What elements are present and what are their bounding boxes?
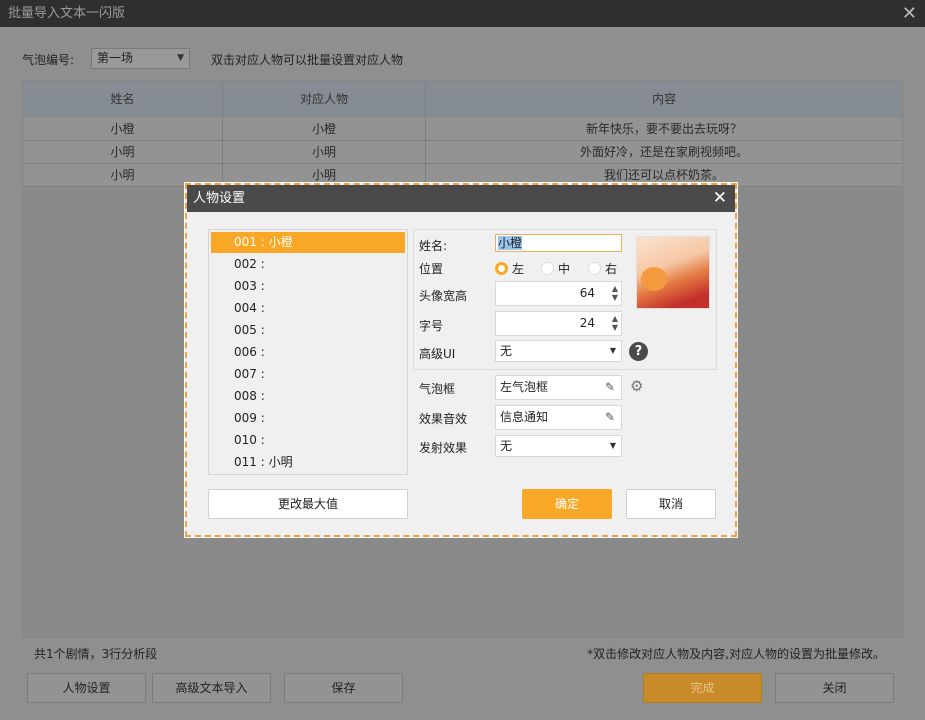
avatar-image [636, 236, 710, 309]
orange-mascot [641, 267, 667, 291]
avatar-size-label: 头像宽高 [419, 289, 468, 303]
sound-label: 效果音效 [419, 412, 468, 426]
window-close-icon[interactable]: ✕ [902, 0, 917, 27]
font-size-value: 24 [579, 316, 595, 330]
summary-text: 共1个剧情，3行分析段 [34, 647, 158, 661]
cell-character[interactable]: 小橙 [223, 118, 426, 140]
sound-value: 信息通知 [500, 410, 549, 424]
character-settings-dialog: 人物设置 ✕ 001 : 小橙 002 : 003 : 004 : 005 : … [184, 182, 738, 538]
advanced-import-button[interactable]: 高级文本导入 [152, 673, 271, 703]
table-row[interactable]: 小明 小明 外面好冷，还是在家刷视频吧。 [23, 141, 902, 164]
list-item[interactable]: 005 : [211, 320, 405, 341]
spinner-icon[interactable]: ▲ ▼ [612, 314, 618, 332]
window-title: 批量导入文本一闪版 [0, 0, 925, 27]
list-item[interactable]: 009 : [211, 408, 405, 429]
position-center-radio[interactable]: 中 [541, 260, 570, 277]
list-item[interactable]: 010 : [211, 430, 405, 451]
bubble-number-label: 气泡编号: [22, 53, 75, 67]
radio-icon [495, 262, 508, 275]
close-button[interactable]: 关闭 [775, 673, 894, 703]
font-size-input[interactable]: 24 ▲ ▼ [495, 311, 622, 336]
character-list[interactable]: 001 : 小橙 002 : 003 : 004 : 005 : 006 : 0… [208, 229, 408, 475]
bubble-frame-value: 左气泡框 [500, 380, 549, 394]
ok-button[interactable]: 确定 [522, 489, 612, 519]
name-label: 姓名: [419, 239, 448, 253]
bubble-number-select[interactable]: 第一场 ▼ [91, 48, 190, 69]
cancel-button[interactable]: 取消 [626, 489, 716, 519]
advanced-ui-label: 高级UI [419, 347, 456, 361]
sound-input[interactable]: 信息通知 ✎ [495, 405, 622, 430]
chevron-down-icon: ▼ [609, 346, 616, 355]
radio-label: 左 [512, 262, 525, 276]
gear-icon[interactable]: ⚙ [630, 377, 643, 395]
advanced-ui-select[interactable]: 无 ▼ [495, 340, 622, 362]
avatar-size-value: 64 [579, 286, 595, 300]
save-button[interactable]: 保存 [284, 673, 403, 703]
list-item[interactable]: 007 : [211, 364, 405, 385]
font-size-label: 字号 [419, 319, 444, 333]
help-icon[interactable]: ? [629, 342, 648, 361]
list-item[interactable]: 011 : 小明 [211, 452, 405, 473]
table-row[interactable]: 小橙 小橙 新年快乐，要不要出去玩呀？ [23, 118, 902, 141]
list-item[interactable]: 002 : [211, 254, 405, 275]
avatar-size-input[interactable]: 64 ▲ ▼ [495, 281, 622, 306]
list-item[interactable]: 008 : [211, 386, 405, 407]
edit-pencil-icon[interactable]: ✎ [605, 406, 615, 429]
advanced-ui-value: 无 [500, 344, 513, 358]
position-right-radio[interactable]: 右 [588, 260, 617, 277]
header-character: 对应人物 [223, 81, 426, 118]
done-button[interactable]: 完成 [643, 673, 762, 703]
cell-content[interactable]: 外面好冷，还是在家刷视频吧。 [426, 141, 902, 163]
cell-content[interactable]: 新年快乐，要不要出去玩呀？ [426, 118, 902, 140]
position-label: 位置 [419, 262, 444, 276]
list-item[interactable]: 004 : [211, 298, 405, 319]
radio-label: 中 [558, 262, 571, 276]
name-input[interactable]: 小橙 [495, 234, 622, 252]
chevron-down-icon: ▼ [177, 53, 184, 63]
chevron-down-icon: ▼ [609, 441, 616, 450]
note-text: *双击修改对应人物及内容,对应人物的设置为批量修改。 [587, 647, 885, 661]
emit-effect-value: 无 [500, 439, 513, 453]
cell-character[interactable]: 小明 [223, 141, 426, 163]
radio-icon [541, 262, 554, 275]
bubble-frame-label: 气泡框 [419, 382, 456, 396]
spinner-icon[interactable]: ▲ ▼ [612, 284, 618, 302]
radio-icon [588, 262, 601, 275]
dialog-title: 人物设置 [187, 185, 735, 212]
list-item[interactable]: 006 : [211, 342, 405, 363]
edit-pencil-icon[interactable]: ✎ [605, 376, 615, 399]
position-left-radio[interactable]: 左 [495, 260, 524, 277]
name-value: 小橙 [498, 236, 523, 250]
header-content: 内容 [426, 81, 902, 118]
hint-text: 双击对应人物可以批量设置对应人物 [211, 53, 404, 67]
dialog-close-icon[interactable]: ✕ [713, 185, 727, 212]
radio-label: 右 [605, 262, 618, 276]
change-max-button[interactable]: 更改最大值 [208, 489, 408, 519]
emit-effect-label: 发射效果 [419, 441, 468, 455]
bubble-number-value: 第一场 [97, 51, 134, 65]
list-item[interactable]: 001 : 小橙 [211, 232, 405, 253]
list-item[interactable]: 003 : [211, 276, 405, 297]
bubble-frame-input[interactable]: 左气泡框 ✎ [495, 375, 622, 400]
cell-name: 小明 [23, 141, 223, 163]
character-settings-button[interactable]: 人物设置 [27, 673, 146, 703]
cell-name: 小橙 [23, 118, 223, 140]
emit-effect-select[interactable]: 无 ▼ [495, 435, 622, 457]
header-name: 姓名 [23, 81, 223, 118]
